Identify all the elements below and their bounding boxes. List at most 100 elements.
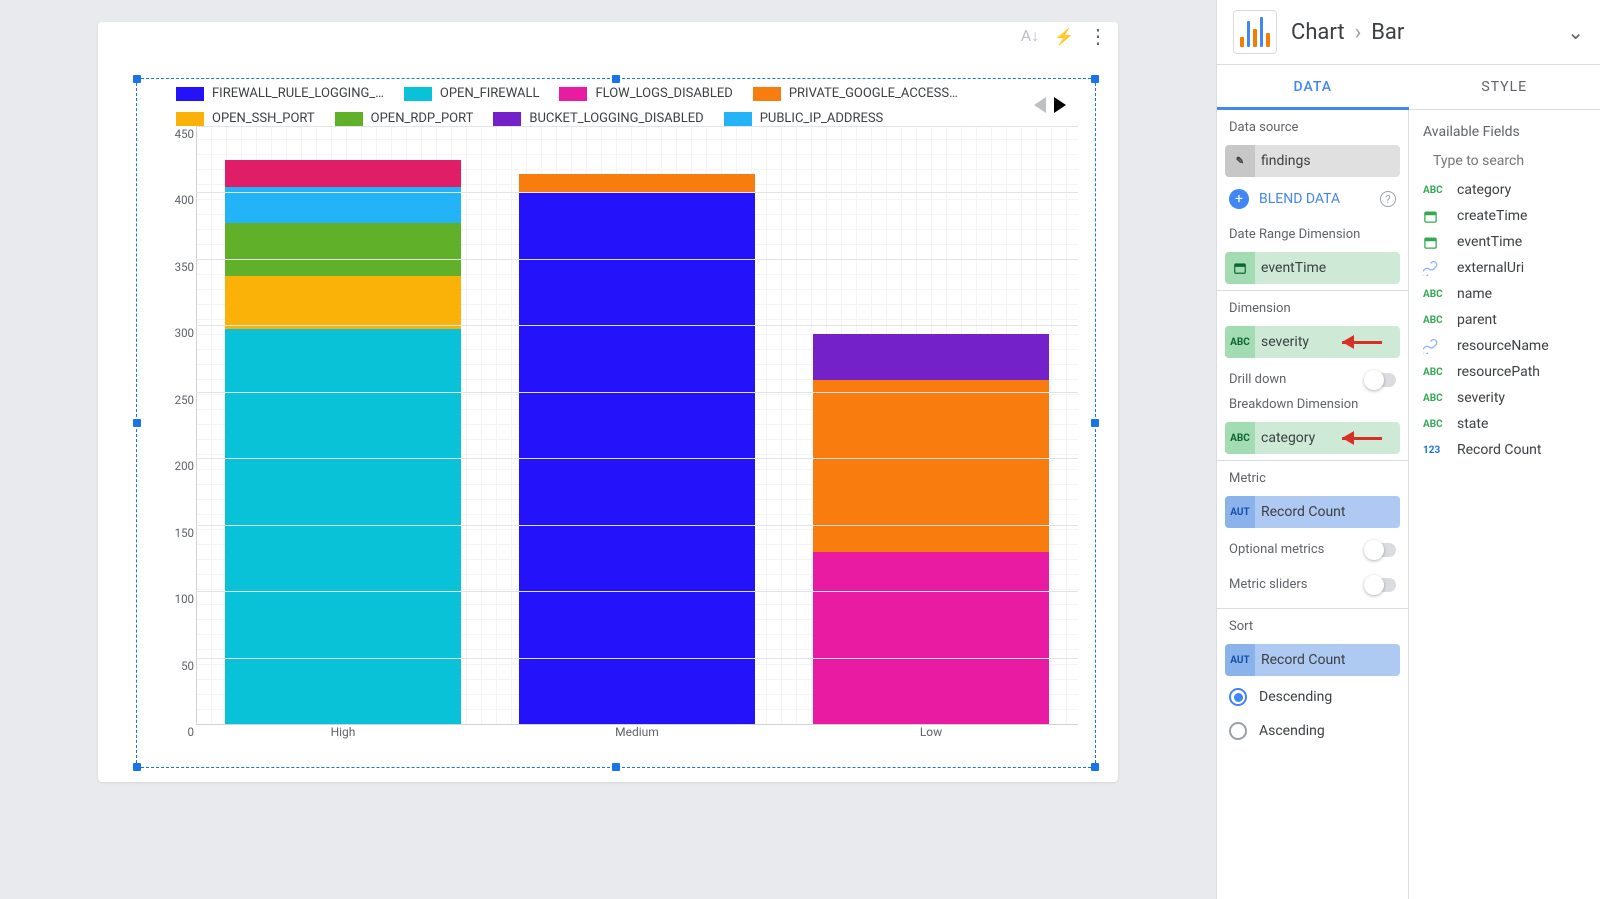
aut-icon: AUT <box>1225 496 1255 528</box>
field-item[interactable]: externalUri <box>1409 255 1600 281</box>
legend-item[interactable]: OPEN_RDP_PORT <box>335 111 474 126</box>
radio-icon[interactable] <box>1229 722 1247 740</box>
data-source-chip[interactable]: ✎ findings <box>1225 145 1400 177</box>
label-date-range: Date Range Dimension <box>1217 217 1408 248</box>
plot: HighMediumLow 05010015020025030035040045… <box>158 127 1078 747</box>
chart-type-icon[interactable] <box>1233 10 1277 54</box>
metric-chip[interactable]: AUT Record Count <box>1225 496 1400 528</box>
date-range-chip[interactable]: eventTime <box>1225 252 1400 284</box>
field-label: state <box>1457 416 1488 432</box>
legend-next-icon[interactable] <box>1054 97 1066 113</box>
chart-card[interactable]: A↓ ⚡ ⋮ FIREWALL_RULE_LOGGING_… OPEN_FIREW… <box>98 22 1118 782</box>
sort-desc-row[interactable]: Descending <box>1217 680 1408 714</box>
cache-bolt-icon[interactable]: ⚡ <box>1052 24 1076 48</box>
field-label: externalUri <box>1457 260 1524 276</box>
abc-icon: ABC <box>1225 422 1255 454</box>
metric-sliders-row: Metric sliders <box>1217 567 1408 602</box>
properties-panel: Chart › Bar ⌄ DATA STYLE Data source ✎ f… <box>1216 0 1600 899</box>
bar-segment[interactable] <box>813 552 1048 725</box>
legend-swatch <box>176 112 204 126</box>
legend-item[interactable]: OPEN_FIREWALL <box>404 86 540 101</box>
field-item[interactable]: ABC state <box>1409 411 1600 437</box>
calendar-icon <box>1423 209 1445 224</box>
breakdown-chip[interactable]: ABC category <box>1225 422 1400 454</box>
report-canvas[interactable]: A↓ ⚡ ⋮ FIREWALL_RULE_LOGGING_… OPEN_FIREW… <box>0 0 1216 899</box>
field-item[interactable]: ABCname <box>1409 281 1600 307</box>
legend-label: OPEN_SSH_PORT <box>212 111 315 126</box>
legend-item[interactable]: FIREWALL_RULE_LOGGING_… <box>176 86 384 101</box>
bar-segment[interactable] <box>813 334 1048 379</box>
link-icon <box>1423 261 1445 276</box>
legend-item[interactable]: OPEN_SSH_PORT <box>176 111 315 126</box>
optional-metrics-row: Optional metrics <box>1217 532 1408 567</box>
label-sort: Sort <box>1217 608 1408 640</box>
optional-metrics-toggle[interactable] <box>1364 543 1396 557</box>
available-fields-column: Available Fields ABCcategorycreateTimeev… <box>1409 110 1600 899</box>
legend-item[interactable]: PRIVATE_GOOGLE_ACCESS… <box>753 86 958 101</box>
tab-data[interactable]: DATA <box>1217 65 1409 109</box>
tabs: DATA STYLE <box>1217 65 1600 110</box>
legend-label: PRIVATE_GOOGLE_ACCESS… <box>789 86 958 101</box>
legend-pager[interactable] <box>1034 97 1066 113</box>
field-item[interactable]: ABCparent <box>1409 307 1600 333</box>
legend-prev-icon[interactable] <box>1034 97 1046 113</box>
drill-down-toggle[interactable] <box>1364 373 1396 387</box>
legend-item[interactable]: BUCKET_LOGGING_DISABLED <box>493 111 703 126</box>
field-item[interactable]: eventTime <box>1409 229 1600 255</box>
label-dimension: Dimension <box>1217 290 1408 322</box>
bar-segment[interactable] <box>225 276 460 329</box>
help-icon[interactable]: ? <box>1380 191 1396 207</box>
bar-segment[interactable] <box>813 380 1048 553</box>
bar-segment[interactable] <box>225 329 460 725</box>
label-breakdown: Breakdown Dimension <box>1217 397 1408 418</box>
field-item[interactable]: resourceName <box>1409 333 1600 359</box>
tab-style[interactable]: STYLE <box>1409 65 1600 109</box>
bar-column <box>196 127 490 725</box>
label-data-source: Data source <box>1217 110 1408 141</box>
field-label: eventTime <box>1457 234 1522 250</box>
bar-segment[interactable] <box>225 223 460 276</box>
sort-metric-chip[interactable]: AUT Record Count <box>1225 644 1400 676</box>
field-item[interactable]: ABCcategory <box>1409 177 1600 203</box>
legend-swatch <box>559 87 587 101</box>
field-label: category <box>1457 182 1511 198</box>
abc-icon: ABC <box>1423 367 1445 378</box>
field-item[interactable]: createTime <box>1409 203 1600 229</box>
x-tick: Medium <box>490 725 784 747</box>
field-item[interactable]: ABCseverity <box>1409 385 1600 411</box>
legend-item[interactable]: PUBLIC_IP_ADDRESS <box>724 111 884 126</box>
plot-area <box>196 127 1078 725</box>
x-tick: High <box>196 725 490 747</box>
chevron-right-icon: › <box>1355 20 1362 45</box>
sort-icon[interactable]: A↓ <box>1018 24 1042 48</box>
label-metric: Metric <box>1217 460 1408 492</box>
more-icon[interactable]: ⋮ <box>1086 24 1110 48</box>
bar-segment[interactable] <box>225 160 460 187</box>
field-label: createTime <box>1457 208 1527 224</box>
field-search[interactable] <box>1421 152 1588 171</box>
dimension-chip[interactable]: ABC severity <box>1225 326 1400 358</box>
field-label: name <box>1457 286 1492 302</box>
sort-asc-row[interactable]: Ascending <box>1217 714 1408 748</box>
bar-segment[interactable] <box>519 174 754 194</box>
blend-data-button[interactable]: + BLEND DATA ? <box>1217 181 1408 217</box>
radio-checked-icon[interactable] <box>1229 688 1247 706</box>
y-tick: 450 <box>158 127 194 141</box>
y-tick: 200 <box>158 459 194 473</box>
field-item[interactable]: ABCresourcePath <box>1409 359 1600 385</box>
legend-swatch <box>724 112 752 126</box>
legend: FIREWALL_RULE_LOGGING_… OPEN_FIREWALL FLOW… <box>176 86 1078 126</box>
metric-sliders-toggle[interactable] <box>1364 578 1396 592</box>
field-search-input[interactable] <box>1431 152 1600 170</box>
field-item[interactable]: 123Record Count <box>1409 437 1600 463</box>
legend-label: FIREWALL_RULE_LOGGING_… <box>212 86 384 101</box>
abc-icon: ABC <box>1423 419 1445 430</box>
data-config-column: Data source ✎ findings + BLEND DATA ? Da… <box>1217 110 1409 899</box>
collapse-panel-icon[interactable]: ⌄ <box>1567 20 1584 44</box>
y-tick: 100 <box>158 592 194 606</box>
legend-item[interactable]: FLOW_LOGS_DISABLED <box>559 86 732 101</box>
number-icon: 123 <box>1423 445 1445 456</box>
y-tick: 50 <box>158 659 194 673</box>
field-label: severity <box>1457 390 1505 406</box>
plus-icon: + <box>1229 189 1249 209</box>
